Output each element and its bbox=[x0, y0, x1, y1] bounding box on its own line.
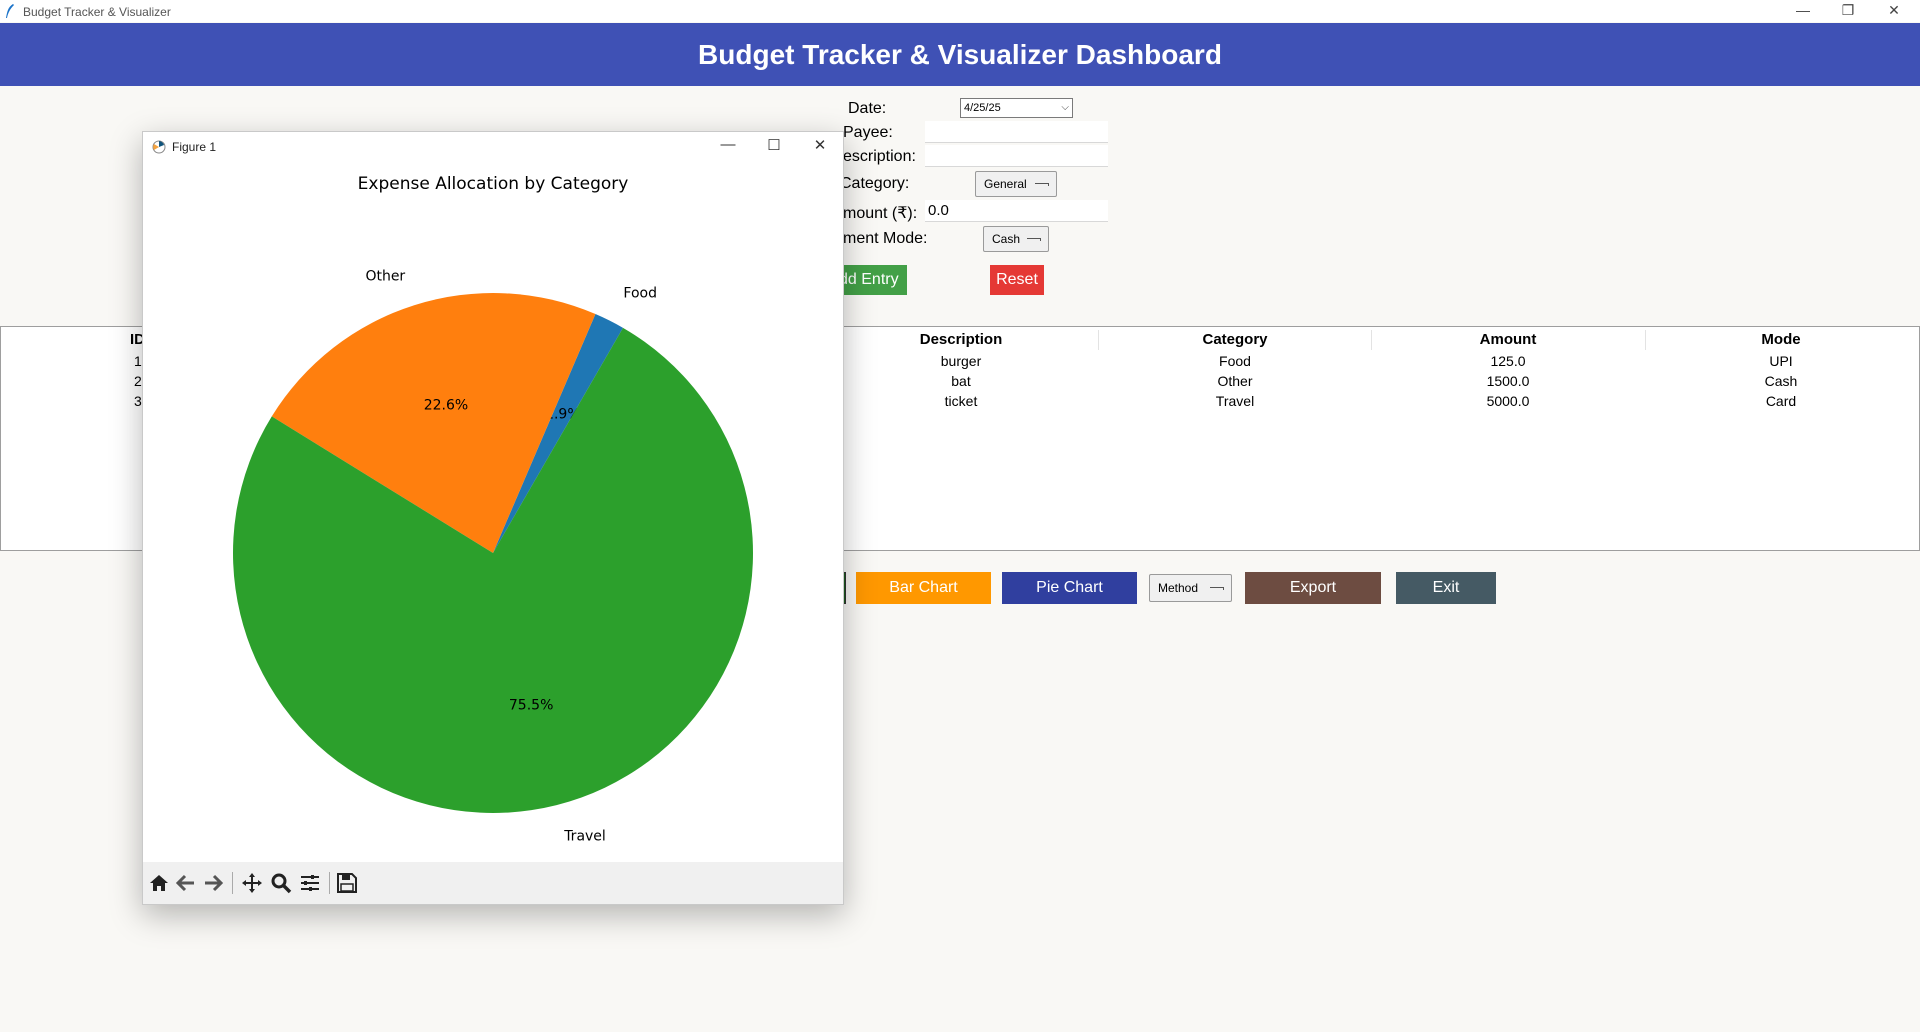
column-divider bbox=[1371, 330, 1372, 350]
back-arrow-icon[interactable] bbox=[174, 871, 198, 895]
home-icon[interactable] bbox=[147, 871, 171, 895]
category-select[interactable]: General bbox=[975, 171, 1057, 197]
description-input[interactable] bbox=[925, 145, 1108, 167]
method-value: Method bbox=[1158, 581, 1199, 595]
slice-label: Travel bbox=[563, 828, 606, 844]
table-cell: UPI bbox=[1769, 353, 1793, 369]
payee-input[interactable] bbox=[925, 121, 1108, 143]
option-indicator-icon bbox=[1027, 238, 1041, 241]
table-cell: burger bbox=[940, 353, 982, 369]
amount-input[interactable] bbox=[925, 200, 1108, 222]
table-cell: bat bbox=[951, 373, 971, 389]
table-header-amount[interactable]: Amount bbox=[1373, 331, 1643, 348]
table-header-description[interactable]: Description bbox=[826, 331, 1096, 348]
toolbar-separator bbox=[232, 872, 233, 894]
add-entry-button[interactable]: dd Entry bbox=[835, 265, 907, 295]
maximize-button[interactable]: ❐ bbox=[1828, 0, 1868, 22]
table-cell-id: 3 bbox=[134, 393, 142, 409]
payee-label: Payee: bbox=[843, 124, 893, 141]
table-cell: Food bbox=[1219, 353, 1251, 369]
minimize-button[interactable]: — bbox=[1783, 0, 1823, 22]
table-cell: Travel bbox=[1215, 393, 1255, 409]
table-cell: ticket bbox=[944, 393, 978, 409]
dashboard-title: Budget Tracker & Visualizer Dashboard bbox=[698, 39, 1222, 70]
figure-toolbar bbox=[143, 862, 843, 904]
table-cell: 125.0 bbox=[1490, 353, 1526, 369]
payment-mode-value: Cash bbox=[992, 232, 1021, 246]
payment-mode-select[interactable]: Cash bbox=[983, 226, 1049, 252]
column-divider bbox=[1098, 330, 1099, 350]
category-value: General bbox=[984, 177, 1027, 191]
table-cell: 1500.0 bbox=[1486, 373, 1530, 389]
description-label: escription: bbox=[843, 148, 916, 165]
slice-percent-label: 22.6% bbox=[424, 397, 468, 413]
slice-label: Other bbox=[365, 268, 405, 284]
payment-mode-label: ment Mode: bbox=[843, 230, 928, 247]
feather-icon bbox=[6, 4, 14, 18]
table-cell: Other bbox=[1217, 373, 1253, 389]
forward-arrow-icon[interactable] bbox=[201, 871, 225, 895]
table-cell: 5000.0 bbox=[1486, 393, 1530, 409]
close-button[interactable]: ✕ bbox=[1874, 0, 1914, 22]
table-cell: Card bbox=[1765, 393, 1797, 409]
figure-title: Figure 1 bbox=[172, 140, 217, 154]
zoom-icon[interactable] bbox=[269, 871, 293, 895]
pie-chart: Food1.9%Other22.6%Travel75.5% bbox=[233, 268, 754, 844]
exit-button[interactable]: Exit bbox=[1396, 572, 1496, 604]
pie-chart-button[interactable]: Pie Chart bbox=[1002, 572, 1137, 604]
date-value: 4/25/25 bbox=[964, 102, 1001, 114]
table-cell-id: 2 bbox=[134, 373, 142, 389]
configure-subplots-icon[interactable] bbox=[298, 871, 322, 895]
figure-maximize-button[interactable]: ☐ bbox=[759, 136, 789, 154]
option-indicator-icon bbox=[1210, 587, 1224, 590]
table-cell-id: 1 bbox=[134, 353, 142, 369]
pan-icon[interactable] bbox=[240, 871, 264, 895]
reset-button[interactable]: Reset bbox=[990, 265, 1044, 295]
window-title: Budget Tracker & Visualizer bbox=[23, 5, 171, 19]
slice-percent-label: 75.5% bbox=[509, 697, 553, 713]
toolbar-separator bbox=[329, 872, 330, 894]
table-header-category[interactable]: Category bbox=[1100, 331, 1370, 348]
bar-chart-button[interactable]: Bar Chart bbox=[856, 572, 991, 604]
category-label: Category: bbox=[840, 175, 910, 192]
chevron-down-icon[interactable]: ⌵ bbox=[1061, 99, 1069, 117]
header-banner: Budget Tracker & Visualizer Dashboard bbox=[0, 23, 1920, 86]
table-header-mode[interactable]: Mode bbox=[1646, 331, 1916, 348]
export-button[interactable]: Export bbox=[1245, 572, 1381, 604]
app-titlebar: Budget Tracker & Visualizer — ❐ ✕ bbox=[0, 0, 1920, 22]
date-picker[interactable]: 4/25/25 ⌵ bbox=[960, 98, 1073, 118]
amount-label: mount (₹): bbox=[843, 205, 918, 222]
matplotlib-logo-icon bbox=[152, 140, 166, 154]
figure-minimize-button[interactable]: — bbox=[713, 136, 743, 153]
save-icon[interactable] bbox=[335, 871, 359, 895]
method-select[interactable]: Method bbox=[1149, 574, 1232, 602]
option-indicator-icon bbox=[1035, 183, 1049, 186]
slice-label: Food bbox=[623, 286, 657, 302]
figure-titlebar[interactable]: Figure 1 — ☐ ✕ bbox=[143, 132, 843, 162]
date-label: Date: bbox=[848, 100, 887, 117]
figure-close-button[interactable]: ✕ bbox=[805, 136, 835, 154]
figure-window[interactable]: Figure 1 — ☐ ✕ Expense Allocation by Cat… bbox=[142, 131, 844, 905]
table-cell: Cash bbox=[1764, 373, 1798, 389]
